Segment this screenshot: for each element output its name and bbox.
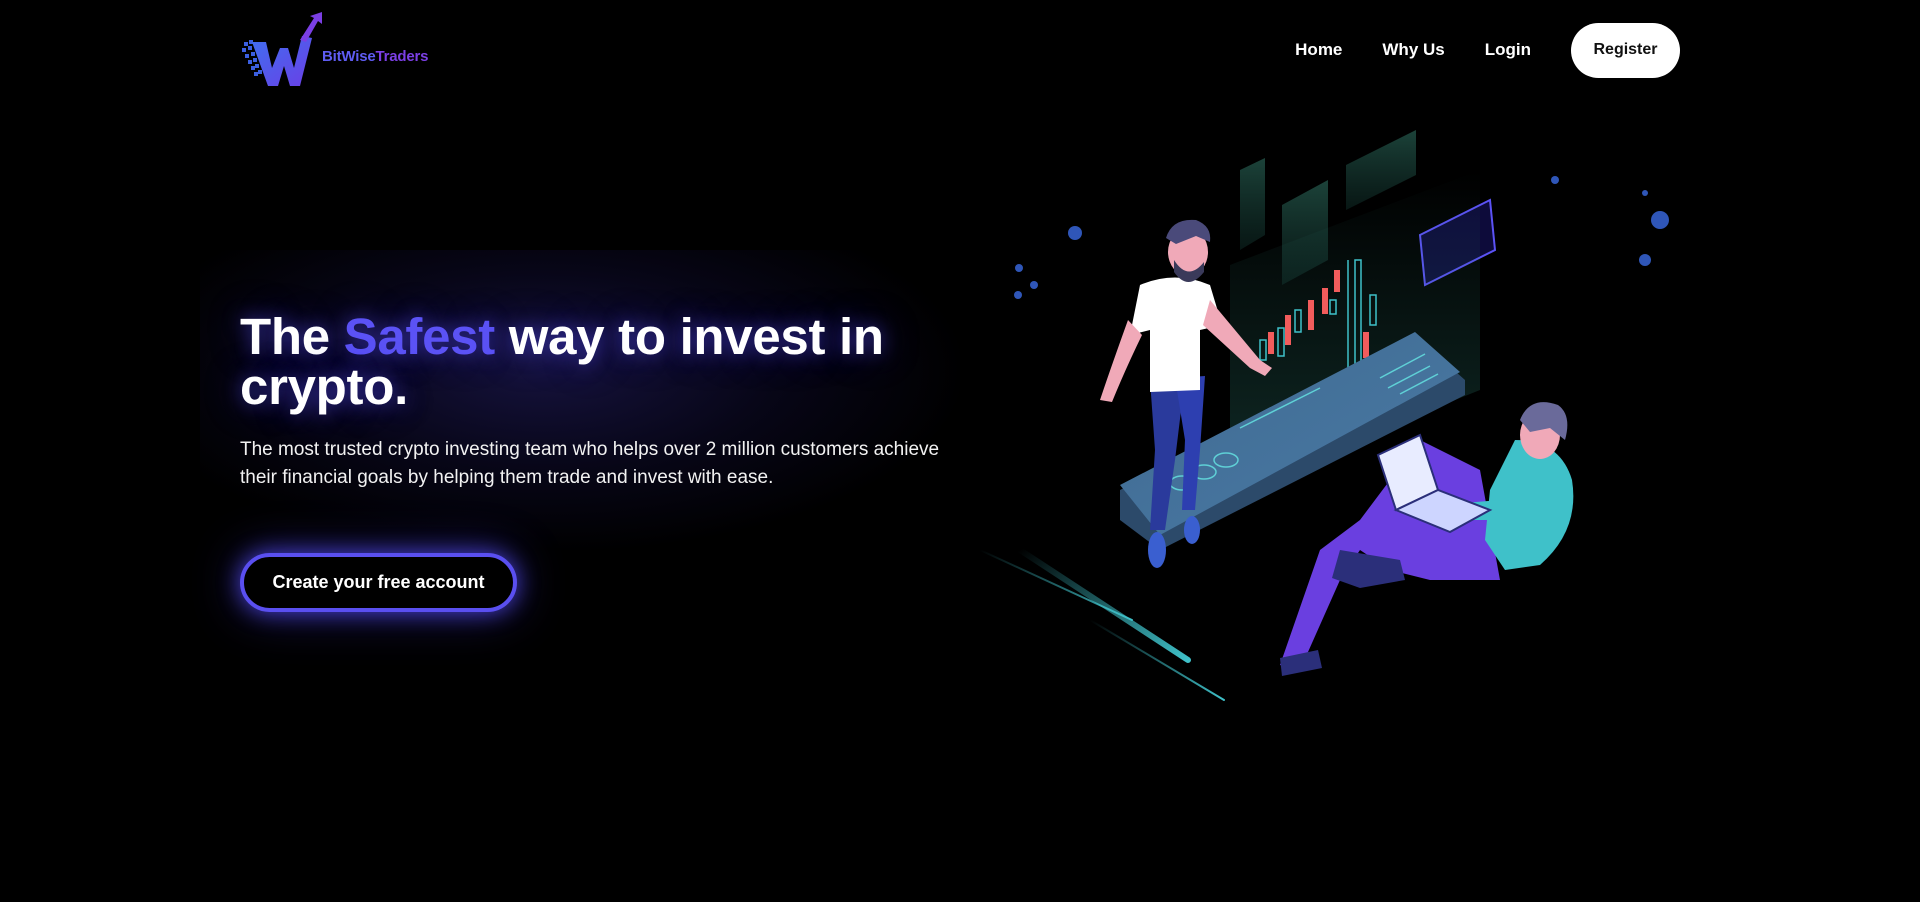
brand-name-part1: BitWise xyxy=(322,47,376,65)
hero-subtitle: The most trusted crypto investing team w… xyxy=(240,439,940,488)
bitwise-w-logo-icon xyxy=(242,12,322,86)
logo-link[interactable]: BitWiseTraders xyxy=(240,12,428,88)
hero-section: The Safest way to invest in crypto. The … xyxy=(240,311,980,492)
main-nav: Home Why Us Login Register xyxy=(1295,22,1680,78)
register-button[interactable]: Register xyxy=(1571,22,1680,78)
nav-why-us[interactable]: Why Us xyxy=(1382,40,1444,60)
illustration-graphic xyxy=(979,130,1669,701)
hero-title-prefix: The xyxy=(240,308,344,365)
site-header: BitWiseTraders Home Why Us Login Registe… xyxy=(0,0,1920,100)
nav-login[interactable]: Login xyxy=(1485,40,1531,60)
brand-name: BitWiseTraders xyxy=(322,48,428,65)
nav-home[interactable]: Home xyxy=(1295,40,1342,60)
hero-title-accent: Safest xyxy=(343,308,496,365)
create-account-button[interactable]: Create your free account xyxy=(240,553,517,612)
brand-name-part2: Traders xyxy=(375,47,429,65)
crypto-trading-team-illustration xyxy=(960,110,1680,730)
hero-title: The Safest way to invest in crypto. xyxy=(240,311,980,412)
landing-page: BitWiseTraders Home Why Us Login Registe… xyxy=(0,0,1920,902)
